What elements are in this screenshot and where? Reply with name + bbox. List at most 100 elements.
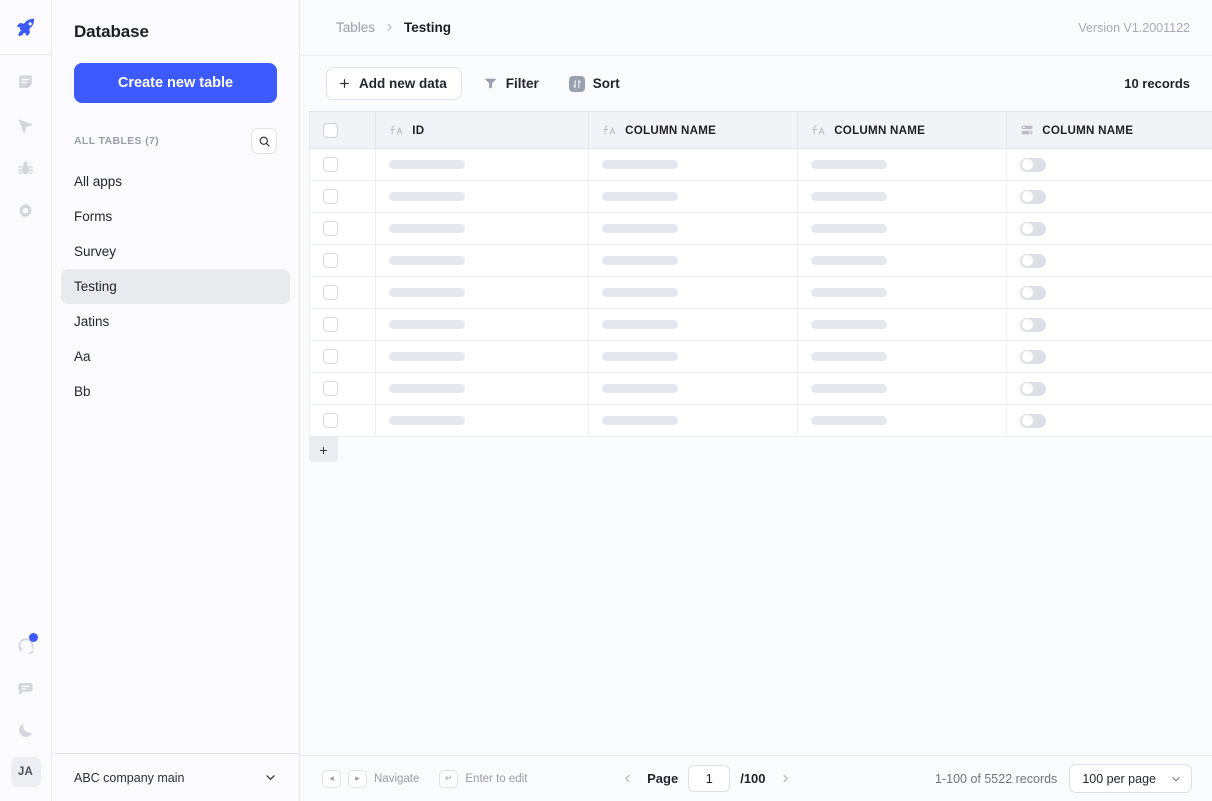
edit-hint: ↵ Enter to edit: [439, 769, 527, 788]
table-row[interactable]: [308, 212, 1212, 245]
table-cell[interactable]: [588, 148, 799, 181]
table-cell[interactable]: [375, 340, 590, 373]
table-cell[interactable]: [797, 404, 1008, 437]
table-cell[interactable]: [588, 404, 799, 437]
sidebar-item-testing[interactable]: Testing: [61, 269, 290, 304]
column-header-1[interactable]: COLUMN NAME: [588, 111, 799, 149]
sidebar-item-forms[interactable]: Forms: [61, 199, 290, 234]
sort-button[interactable]: Sort: [560, 67, 629, 100]
table-cell[interactable]: [797, 180, 1008, 213]
row-checkbox[interactable]: [323, 349, 338, 364]
table-cell[interactable]: [1006, 404, 1212, 437]
table-row[interactable]: [308, 340, 1212, 373]
table-cell[interactable]: [375, 308, 590, 341]
row-checkbox[interactable]: [323, 221, 338, 236]
create-new-table-button[interactable]: Create new table: [74, 63, 277, 103]
row-checkbox[interactable]: [323, 157, 338, 172]
select-all-checkbox[interactable]: [323, 122, 338, 138]
table-row[interactable]: [308, 308, 1212, 341]
rail-item-darkmode[interactable]: [9, 715, 43, 745]
table-cell[interactable]: [588, 340, 799, 373]
table-row[interactable]: [308, 276, 1212, 309]
breadcrumb-root[interactable]: Tables: [336, 20, 375, 35]
add-new-data-button[interactable]: Add new data: [326, 67, 462, 100]
table-cell[interactable]: [1006, 308, 1212, 341]
table-cell[interactable]: [588, 244, 799, 277]
rail-item-cursor[interactable]: [9, 110, 43, 140]
toggle-switch[interactable]: [1020, 253, 1047, 268]
row-checkbox[interactable]: [323, 253, 338, 268]
table-cell[interactable]: [375, 244, 590, 277]
rail-item-bug[interactable]: [9, 153, 43, 183]
page-input[interactable]: [688, 765, 731, 792]
table-row[interactable]: [308, 244, 1212, 277]
table-cell[interactable]: [1006, 276, 1212, 309]
row-checkbox[interactable]: [323, 285, 338, 300]
workspace-switcher[interactable]: ABC company main: [52, 753, 299, 801]
sidebar-search-button[interactable]: [251, 128, 277, 154]
rail-item-settings[interactable]: [9, 196, 43, 226]
table-cell[interactable]: [375, 212, 590, 245]
table-cell[interactable]: [588, 372, 799, 405]
filter-button[interactable]: Filter: [474, 67, 548, 100]
toggle-switch[interactable]: [1020, 381, 1047, 396]
per-page-select[interactable]: 100 per page: [1069, 764, 1192, 793]
skeleton-placeholder: [811, 192, 888, 201]
table-cell[interactable]: [588, 212, 799, 245]
table-cell[interactable]: [588, 180, 799, 213]
table-row[interactable]: [308, 148, 1212, 181]
toggle-switch[interactable]: [1020, 413, 1047, 428]
table-cell[interactable]: [588, 276, 799, 309]
sidebar-item-survey[interactable]: Survey: [61, 234, 290, 269]
rail-item-notes[interactable]: [9, 67, 43, 97]
sidebar-item-jatins[interactable]: Jatins: [61, 304, 290, 339]
avatar[interactable]: JA: [10, 757, 41, 787]
column-header-id[interactable]: ID: [375, 111, 590, 149]
row-checkbox[interactable]: [323, 189, 338, 204]
table-cell[interactable]: [375, 404, 590, 437]
column-header-3[interactable]: COLUMN NAME: [1006, 111, 1212, 149]
table-cell[interactable]: [375, 148, 590, 181]
rail-item-support[interactable]: [9, 631, 43, 661]
sidebar-item-bb[interactable]: Bb: [61, 374, 290, 409]
table-row[interactable]: [308, 404, 1212, 437]
table-cell[interactable]: [1006, 180, 1212, 213]
next-page-button[interactable]: [776, 768, 796, 790]
table-cell[interactable]: [797, 308, 1008, 341]
toggle-switch[interactable]: [1020, 189, 1047, 204]
sidebar-item-all-apps[interactable]: All apps: [61, 164, 290, 199]
prev-page-button[interactable]: [617, 768, 637, 790]
table-cell[interactable]: [1006, 244, 1212, 277]
table-cell[interactable]: [797, 372, 1008, 405]
table-row[interactable]: [308, 180, 1212, 213]
toggle-switch[interactable]: [1020, 349, 1047, 364]
table-cell[interactable]: [1006, 340, 1212, 373]
table-cell[interactable]: [797, 276, 1008, 309]
toggle-switch[interactable]: [1020, 221, 1047, 236]
table-cell[interactable]: [1006, 148, 1212, 181]
toggle-switch[interactable]: [1020, 285, 1047, 300]
add-row-button[interactable]: +: [309, 437, 338, 462]
row-checkbox[interactable]: [323, 381, 338, 396]
table-cell[interactable]: [375, 180, 590, 213]
row-checkbox[interactable]: [323, 317, 338, 332]
rail-item-chat[interactable]: [9, 673, 43, 703]
table-cell[interactable]: [375, 276, 590, 309]
row-checkbox[interactable]: [323, 413, 338, 428]
chevron-down-icon: [264, 771, 277, 784]
table-cell[interactable]: [797, 244, 1008, 277]
table-cell[interactable]: [1006, 372, 1212, 405]
column-header-2[interactable]: COLUMN NAME: [797, 111, 1008, 149]
table-cell[interactable]: [1006, 212, 1212, 245]
table-cell[interactable]: [797, 212, 1008, 245]
table-row[interactable]: [308, 372, 1212, 405]
sidebar-item-aa[interactable]: Aa: [61, 339, 290, 374]
row-select-cell: [308, 276, 377, 309]
toggle-switch[interactable]: [1020, 317, 1047, 332]
app-logo[interactable]: [0, 0, 52, 55]
table-cell[interactable]: [588, 308, 799, 341]
table-cell[interactable]: [797, 340, 1008, 373]
table-cell[interactable]: [797, 148, 1008, 181]
table-cell[interactable]: [375, 372, 590, 405]
toggle-switch[interactable]: [1020, 157, 1047, 172]
